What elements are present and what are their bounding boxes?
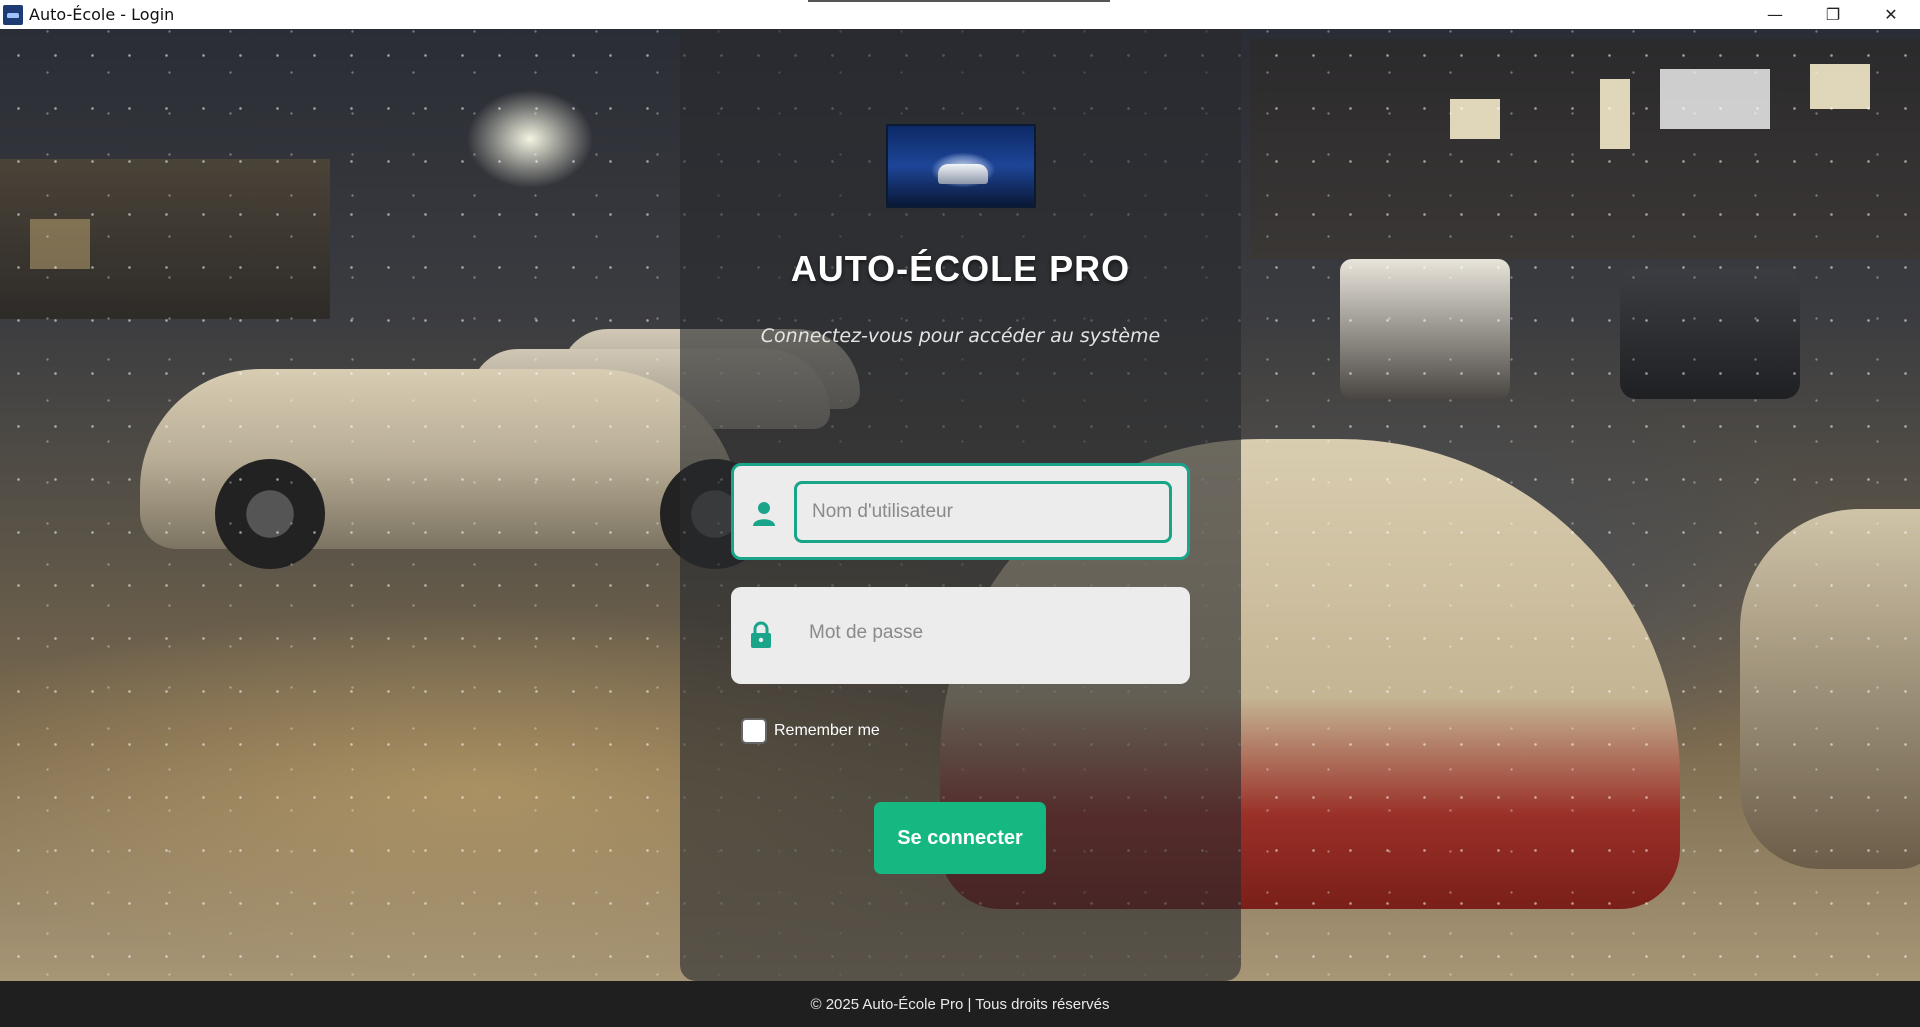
password-input[interactable] [794,605,1166,661]
minimize-button[interactable]: — [1746,0,1804,29]
titlebar-indicator [808,0,1110,2]
window-titlebar: Auto-École - Login — ❐ ✕ [0,0,1920,29]
brand-title: AUTO-ÉCOLE PRO [790,248,1131,289]
window-title: Auto-École - Login [29,5,175,24]
remember-me[interactable]: Remember me [741,717,880,745]
close-button[interactable]: ✕ [1862,0,1920,29]
password-field [731,587,1190,684]
login-button[interactable]: Se connecter [874,802,1046,874]
lock-icon [751,621,771,648]
login-subtitle: Connectez-vous pour accéder au système [760,325,1161,347]
remember-me-label[interactable]: Remember me [774,722,880,740]
footer: © 2025 Auto-École Pro | Tous droits rése… [0,981,1920,1027]
user-icon [753,502,775,526]
window-controls: — ❐ ✕ [1746,0,1920,29]
username-field [731,463,1190,560]
password-input-box [791,602,1169,664]
app-logo-icon [3,4,23,25]
maximize-button[interactable]: ❐ [1804,0,1862,29]
remember-me-checkbox[interactable] [741,718,767,744]
username-input[interactable] [797,484,1169,540]
username-input-box [794,481,1172,543]
brand-logo-image [886,124,1036,208]
footer-copyright: © 2025 Auto-École Pro | Tous droits rése… [810,995,1110,1013]
